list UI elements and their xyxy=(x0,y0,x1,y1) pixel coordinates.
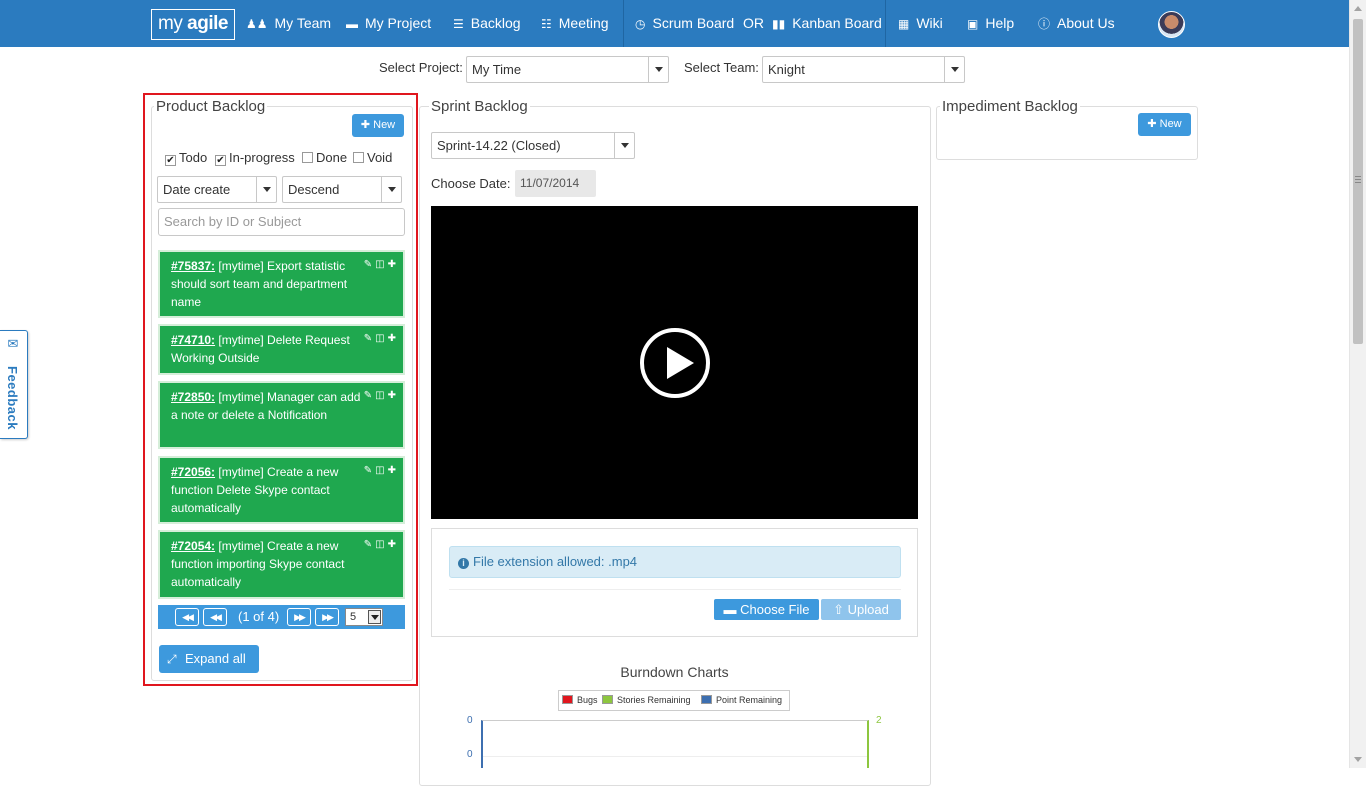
info-text: File extension allowed: .mp4 xyxy=(473,554,638,569)
select-project-label: Select Project: xyxy=(379,60,463,75)
chart-plot-area xyxy=(481,720,869,768)
folder-icon: ▬ xyxy=(346,17,358,31)
project-select[interactable]: My Time xyxy=(466,56,669,83)
grip-icon xyxy=(1355,176,1361,184)
chart-legend: Bugs Stories Remaining Point Remaining xyxy=(558,690,790,711)
legend-item-stories: Stories Remaining xyxy=(602,691,691,710)
nav-kanban-board[interactable]: ▮▮ Kanban Board xyxy=(772,0,882,47)
avatar[interactable] xyxy=(1158,11,1185,38)
nav-my-project[interactable]: ▬ My Project xyxy=(346,0,431,47)
divider xyxy=(449,589,901,590)
info-alert: i File extension allowed: .mp4 xyxy=(449,546,901,578)
logo-prefix: my xyxy=(158,13,183,34)
columns-icon: ▮▮ xyxy=(772,17,786,31)
legend-swatch xyxy=(602,695,613,704)
logo[interactable]: my agile xyxy=(151,9,235,40)
chart-title: Burndown Charts xyxy=(620,664,729,680)
nav-label: Help xyxy=(985,15,1015,31)
nav-meeting[interactable]: ☷ Meeting xyxy=(541,0,609,47)
highlight-frame xyxy=(143,93,418,686)
upload-panel: i File extension allowed: .mp4 ▬ Choose F… xyxy=(431,528,918,637)
select-team-label: Select Team: xyxy=(684,60,759,75)
nav-label: Backlog xyxy=(470,15,521,31)
sprint-select[interactable]: Sprint-14.22 (Closed) xyxy=(431,132,635,159)
impediment-backlog-title: Impediment Backlog xyxy=(940,98,1080,115)
vertical-scrollbar[interactable] xyxy=(1349,0,1366,768)
nav-scrum-board[interactable]: ◷ Scrum Board xyxy=(635,0,734,47)
feedback-tab[interactable]: ✉ Feedback xyxy=(0,330,28,439)
info-icon: i xyxy=(458,558,469,569)
sitemap-icon: ☷ xyxy=(541,17,552,31)
info-icon: ⓘ xyxy=(1038,17,1051,31)
legend-item-points: Point Remaining xyxy=(701,691,782,710)
legend-item-bugs: Bugs xyxy=(562,691,598,710)
nav-separator xyxy=(623,0,624,47)
chevron-down-icon[interactable] xyxy=(648,57,668,82)
folder-icon: ▬ xyxy=(723,602,737,617)
scroll-up-icon[interactable] xyxy=(1354,6,1362,11)
legend-swatch xyxy=(701,695,712,704)
nav-backlog[interactable]: ☰ Backlog xyxy=(453,0,521,47)
sprint-select-value: Sprint-14.22 (Closed) xyxy=(437,138,561,153)
top-navbar: my agile ♟♟ My Team ▬ My Project ☰ Backlog … xyxy=(0,0,1349,47)
sprint-backlog-title: Sprint Backlog xyxy=(429,98,530,115)
chevron-down-icon[interactable] xyxy=(614,133,634,158)
megaphone-icon: ✉ xyxy=(7,336,19,351)
nav-about-us[interactable]: ⓘ About Us xyxy=(1038,0,1115,47)
nav-label: Meeting xyxy=(558,15,609,31)
nav-label: Kanban Board xyxy=(792,15,882,31)
upload-button[interactable]: ⇧ Upload xyxy=(821,599,901,620)
upload-icon: ⇧ xyxy=(833,602,845,617)
nav-label: About Us xyxy=(1057,15,1115,31)
nav-my-team[interactable]: ♟♟ My Team xyxy=(246,0,331,47)
play-icon[interactable] xyxy=(640,328,710,398)
feedback-label: Feedback xyxy=(5,366,20,430)
legend-label: Bugs xyxy=(577,695,598,705)
team-select[interactable]: Knight xyxy=(762,56,965,83)
logo-bold: agile xyxy=(187,13,228,34)
choose-file-button[interactable]: ▬ Choose File xyxy=(714,599,819,620)
date-input[interactable]: 11/07/2014 xyxy=(515,170,596,197)
choose-file-label: Choose File xyxy=(740,602,810,617)
users-icon: ♟♟ xyxy=(246,17,268,31)
nav-label: Scrum Board xyxy=(652,15,735,31)
nav-label: Wiki xyxy=(916,15,943,31)
y-tick-left: 0 xyxy=(467,715,473,726)
choose-date-label: Choose Date: xyxy=(431,176,511,191)
legend-swatch xyxy=(562,695,573,704)
list-icon: ☰ xyxy=(453,17,464,31)
y-tick-right: 2 xyxy=(876,715,882,726)
legend-label: Stories Remaining xyxy=(617,695,691,705)
nav-wiki[interactable]: ▦ Wiki xyxy=(898,0,943,47)
nav-help[interactable]: ▣ Help xyxy=(967,0,1014,47)
gridline xyxy=(483,756,867,757)
scroll-down-icon[interactable] xyxy=(1354,757,1362,762)
video-player[interactable] xyxy=(431,206,918,519)
plus-icon: ✚ xyxy=(1147,118,1157,130)
chevron-down-icon[interactable] xyxy=(944,57,964,82)
book-icon: ▣ xyxy=(967,17,979,31)
nav-separator xyxy=(885,0,886,47)
y-tick-left: 0 xyxy=(467,749,473,760)
nav-or-text: OR xyxy=(743,15,764,31)
new-label: New xyxy=(1159,118,1182,130)
grid-icon: ▦ xyxy=(898,17,910,31)
impediment-new-button[interactable]: ✚ New xyxy=(1138,113,1191,136)
project-select-value: My Time xyxy=(472,62,522,77)
clock-icon: ◷ xyxy=(635,17,646,31)
nav-label: My Project xyxy=(365,15,432,31)
team-select-value: Knight xyxy=(768,62,805,77)
upload-label: Upload xyxy=(847,602,889,617)
legend-label: Point Remaining xyxy=(716,695,783,705)
nav-label: My Team xyxy=(274,15,332,31)
